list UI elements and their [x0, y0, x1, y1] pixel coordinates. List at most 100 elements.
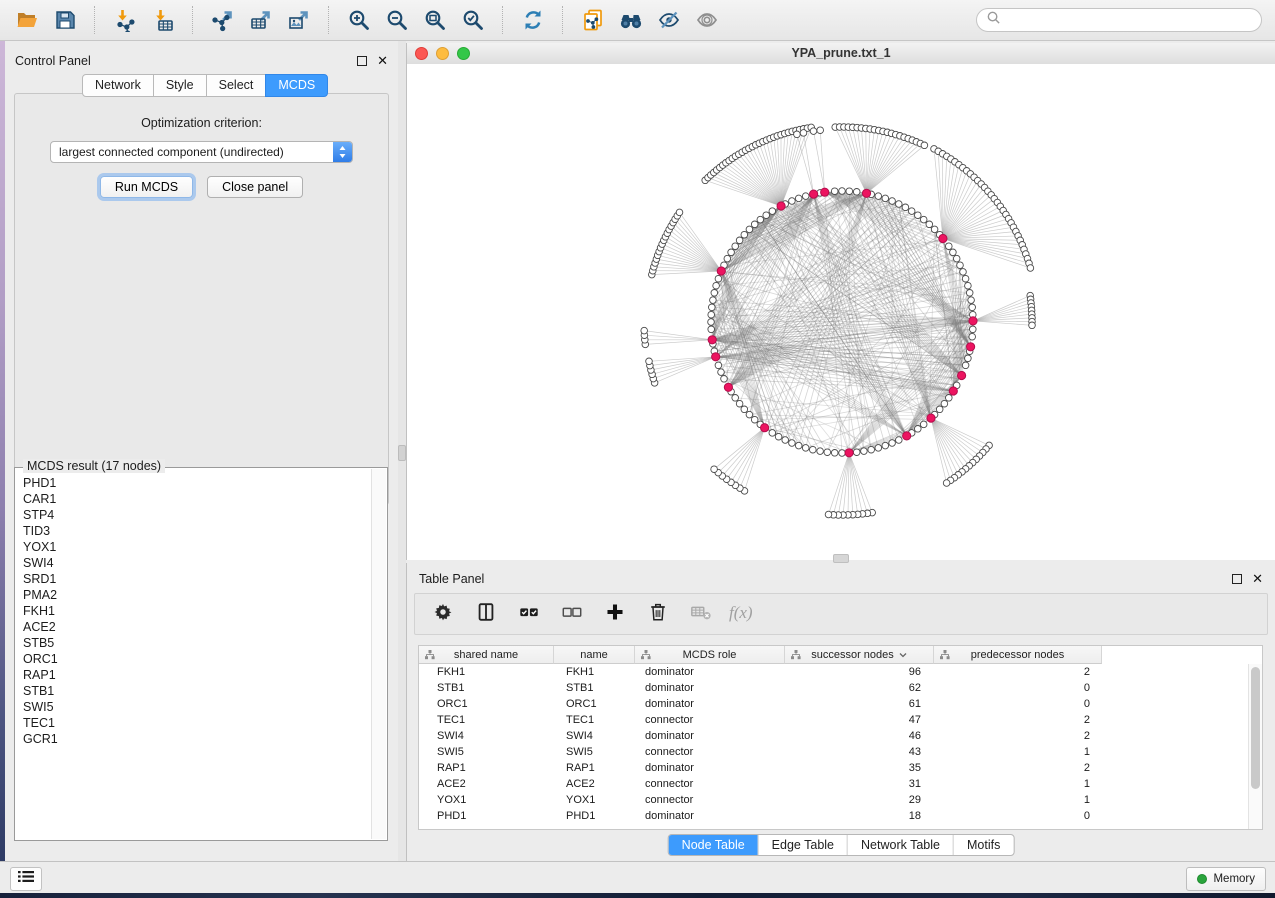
- table-row-YOX1[interactable]: YOX1YOX1connector291: [419, 792, 1262, 808]
- column-header-shared-name[interactable]: shared name: [419, 646, 554, 664]
- mcds-result-item[interactable]: PMA2: [23, 587, 371, 603]
- table-mode-gear-icon: [432, 601, 454, 628]
- mcds-result-item[interactable]: TID3: [23, 523, 371, 539]
- table-row-STB1[interactable]: STB1STB1dominator620: [419, 680, 1262, 696]
- column-header-MCDS-role[interactable]: MCDS role: [635, 646, 785, 664]
- tab-motifs[interactable]: Motifs: [953, 835, 1013, 855]
- mcds-result-scrollbar[interactable]: [371, 469, 386, 839]
- toolbar-zoom-fit-button[interactable]: [418, 4, 452, 36]
- tab-network-table[interactable]: Network Table: [847, 835, 953, 855]
- show-all-icon: [695, 8, 719, 32]
- tab-network[interactable]: Network: [82, 74, 154, 97]
- mcds-result-item[interactable]: ACE2: [23, 619, 371, 635]
- mcds-result-box: MCDS result (17 nodes) PHD1CAR1STP4TID3Y…: [14, 467, 388, 841]
- table-row-RAP1[interactable]: RAP1RAP1dominator352: [419, 760, 1262, 776]
- mcds-result-item[interactable]: RAP1: [23, 667, 371, 683]
- mcds-result-item[interactable]: SWI4: [23, 555, 371, 571]
- zoom-in-icon: [347, 8, 371, 32]
- task-list-icon: [18, 870, 34, 888]
- run-mcds-button[interactable]: Run MCDS: [100, 176, 193, 198]
- criterion-dropdown[interactable]: largest connected component (undirected): [50, 141, 353, 163]
- vertical-splitter[interactable]: [398, 41, 406, 861]
- column-header-predecessor-nodes[interactable]: predecessor nodes: [934, 646, 1102, 664]
- task-history-button[interactable]: [10, 867, 42, 891]
- mcds-result-item[interactable]: SRD1: [23, 571, 371, 587]
- close-table-panel-icon[interactable]: ✕: [1252, 574, 1263, 584]
- cell: 18: [785, 810, 934, 822]
- column-header-successor-nodes[interactable]: successor nodes: [785, 646, 934, 664]
- mcds-result-item[interactable]: SWI5: [23, 699, 371, 715]
- table-row-ACE2[interactable]: ACE2ACE2connector311: [419, 776, 1262, 792]
- table-row-PHD1[interactable]: PHD1PHD1dominator180: [419, 808, 1262, 824]
- toolbar-apply-layout-button[interactable]: [516, 4, 550, 36]
- toolbar-zoom-selected-button[interactable]: [456, 4, 490, 36]
- table-toolbar-show-columns-button[interactable]: [473, 601, 499, 627]
- import-network-icon: [113, 8, 137, 32]
- new-network-from-selection-icon: [581, 8, 605, 32]
- table-toolbar-deselect-all-button[interactable]: [559, 601, 585, 627]
- network-canvas[interactable]: [407, 64, 1275, 560]
- mcds-result-item[interactable]: FKH1: [23, 603, 371, 619]
- toolbar-export-image-button[interactable]: [282, 4, 316, 36]
- toolbar-zoom-out-button[interactable]: [380, 4, 414, 36]
- delete-columns-icon: [647, 601, 669, 628]
- toolbar-hide-selected-button[interactable]: [652, 4, 686, 36]
- mcds-result-item[interactable]: TEC1: [23, 715, 371, 731]
- tab-mcds[interactable]: MCDS: [265, 74, 328, 97]
- cell: 2: [934, 714, 1102, 726]
- close-panel-button[interactable]: Close panel: [207, 176, 303, 198]
- column-header-name[interactable]: name: [554, 646, 635, 664]
- toolbar-export-network-button[interactable]: [206, 4, 240, 36]
- search-input[interactable]: [1006, 12, 1252, 28]
- table-scrollbar-thumb[interactable]: [1251, 667, 1260, 789]
- toolbar-export-table-button[interactable]: [244, 4, 278, 36]
- mcds-result-item[interactable]: GCR1: [23, 731, 371, 747]
- table-panel: Table Panel ✕ f(x) shared namenameMCDS r…: [406, 563, 1275, 861]
- table-row-FKH1[interactable]: FKH1FKH1dominator962: [419, 664, 1262, 680]
- memory-button[interactable]: Memory: [1186, 867, 1266, 891]
- mcds-result-item[interactable]: STB1: [23, 683, 371, 699]
- mcds-result-item[interactable]: PHD1: [23, 475, 371, 491]
- tab-style[interactable]: Style: [153, 74, 207, 97]
- mcds-result-item[interactable]: STB5: [23, 635, 371, 651]
- control-panel: Control Panel ✕ NetworkStyleSelectMCDS O…: [5, 41, 398, 861]
- toolbar-import-network-button[interactable]: [108, 4, 142, 36]
- network-graph[interactable]: [407, 64, 1275, 560]
- table-toolbar-table-mode-gear-button[interactable]: [430, 601, 456, 627]
- toolbar-open-file-button[interactable]: [10, 4, 44, 36]
- toolbar-find-button[interactable]: [614, 4, 648, 36]
- toolbar-save-session-button[interactable]: [48, 4, 82, 36]
- mcds-result-item[interactable]: STP4: [23, 507, 371, 523]
- cell: TEC1: [419, 714, 554, 726]
- close-panel-icon[interactable]: ✕: [377, 56, 388, 66]
- mcds-result-item[interactable]: CAR1: [23, 491, 371, 507]
- table-toolbar-delete-columns-button[interactable]: [645, 601, 671, 627]
- table-toolbar-select-all-button[interactable]: [516, 601, 542, 627]
- table-row-TEC1[interactable]: TEC1TEC1connector472: [419, 712, 1262, 728]
- vertical-splitter-grip[interactable]: [398, 445, 406, 461]
- column-label: successor nodes: [811, 649, 894, 661]
- network-title: YPA_prune.txt_1: [407, 46, 1275, 60]
- cell: FKH1: [554, 666, 635, 678]
- tab-edge-table[interactable]: Edge Table: [758, 835, 847, 855]
- float-table-panel-icon[interactable]: [1232, 574, 1242, 584]
- search-box[interactable]: [976, 8, 1262, 32]
- cell: STB1: [554, 682, 635, 694]
- float-panel-icon[interactable]: [357, 56, 367, 66]
- toolbar-zoom-in-button[interactable]: [342, 4, 376, 36]
- cell: 1: [934, 794, 1102, 806]
- table-row-ORC1[interactable]: ORC1ORC1dominator610: [419, 696, 1262, 712]
- table-scrollbar[interactable]: [1248, 664, 1262, 829]
- mcds-result-item[interactable]: YOX1: [23, 539, 371, 555]
- table-row-SWI5[interactable]: SWI5SWI5connector431: [419, 744, 1262, 760]
- table-toolbar-create-column-button[interactable]: [602, 601, 628, 627]
- toolbar-import-table-button[interactable]: [146, 4, 180, 36]
- toolbar-new-network-from-selection-button[interactable]: [576, 4, 610, 36]
- toolbar-show-all-button[interactable]: [690, 4, 724, 36]
- horizontal-splitter-grip[interactable]: [833, 554, 849, 563]
- tab-node-table[interactable]: Node Table: [669, 835, 758, 855]
- tab-select[interactable]: Select: [206, 74, 267, 97]
- cell: 1: [934, 778, 1102, 790]
- mcds-result-item[interactable]: ORC1: [23, 651, 371, 667]
- table-row-SWI4[interactable]: SWI4SWI4dominator462: [419, 728, 1262, 744]
